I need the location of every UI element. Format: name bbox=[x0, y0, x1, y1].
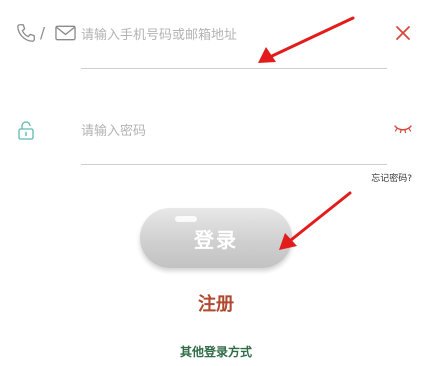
register-link[interactable]: 注册 bbox=[0, 290, 432, 316]
mail-icon bbox=[55, 25, 76, 41]
eye-closed-icon[interactable] bbox=[393, 123, 413, 135]
password-input[interactable] bbox=[81, 120, 371, 142]
close-icon[interactable] bbox=[394, 24, 412, 42]
lock-icon bbox=[18, 121, 34, 140]
icon-separator: / bbox=[40, 24, 46, 42]
account-underline bbox=[81, 68, 387, 69]
login-button[interactable]: 登录 bbox=[140, 208, 292, 268]
forgot-password-link[interactable]: 忘记密码? bbox=[340, 171, 412, 184]
account-input[interactable] bbox=[81, 24, 371, 46]
other-login-methods-link[interactable]: 其他登录方式 bbox=[0, 343, 432, 360]
password-underline bbox=[81, 164, 387, 165]
phone-icon bbox=[17, 24, 35, 42]
